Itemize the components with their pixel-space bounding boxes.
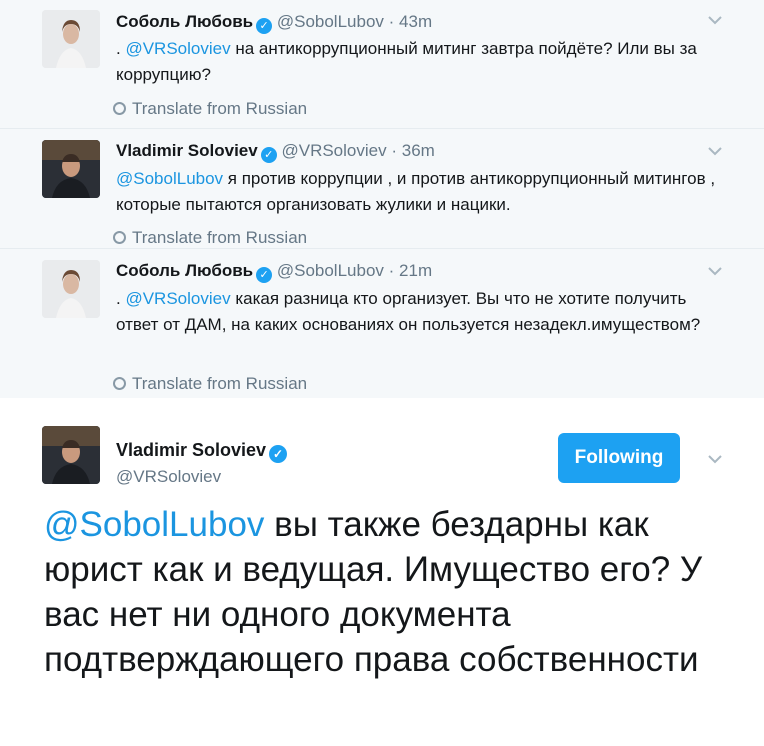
- display-name[interactable]: Vladimir Soloviev: [116, 141, 258, 160]
- verified-badge-icon: ✓: [269, 445, 288, 463]
- translate-link[interactable]: Translate from Russian: [113, 99, 307, 119]
- tweet-header: Vladimir Soloviev ✓ @VRSoloviev · 36m: [116, 141, 435, 163]
- verified-badge-icon: ✓: [260, 147, 277, 163]
- mention-link[interactable]: @SobolLubov: [116, 169, 223, 188]
- handle[interactable]: @SobolLubov: [277, 12, 384, 31]
- mention-link[interactable]: @VRSoloviev: [125, 39, 230, 58]
- display-name[interactable]: Соболь Любовь: [116, 12, 253, 31]
- handle[interactable]: @VRSoloviev: [281, 141, 386, 160]
- translate-label: Translate from Russian: [132, 228, 308, 247]
- handle[interactable]: @VRSoloviev: [116, 467, 221, 487]
- main-tweet-text: @SobolLubov вы также бездарны как юрист …: [44, 502, 744, 682]
- tweet-header: Соболь Любовь ✓ @SobolLubov · 21m: [116, 261, 432, 283]
- display-name[interactable]: Vladimir Soloviev: [116, 440, 266, 460]
- translate-link[interactable]: Translate from Russian: [113, 228, 307, 248]
- chevron-down-icon[interactable]: [706, 142, 724, 160]
- avatar[interactable]: [42, 140, 100, 198]
- tweet-text: . @VRSoloviev какая разница кто организу…: [116, 286, 716, 338]
- display-name[interactable]: Соболь Любовь: [116, 261, 253, 280]
- tweet-3[interactable]: Соболь Любовь ✓ @SobolLubov · 21m . @VRSo…: [0, 248, 764, 398]
- chevron-down-icon[interactable]: [706, 450, 724, 468]
- globe-icon: [113, 102, 126, 115]
- verified-badge-icon: ✓: [256, 18, 273, 34]
- separator: ·: [388, 12, 395, 31]
- timestamp[interactable]: 36m: [402, 141, 435, 160]
- tweet-text: . @VRSoloviev на антикоррупционный митин…: [116, 36, 716, 88]
- tweet-1[interactable]: Соболь Любовь ✓ @SobolLubov · 43m . @VRSo…: [0, 0, 764, 128]
- separator: ·: [391, 141, 398, 160]
- timestamp[interactable]: 21m: [399, 261, 432, 280]
- following-button[interactable]: Following: [558, 433, 680, 483]
- main-tweet-author[interactable]: Vladimir Soloviev ✓: [116, 440, 288, 463]
- mention-link[interactable]: @SobolLubov: [44, 505, 264, 544]
- translate-label: Translate from Russian: [132, 99, 308, 118]
- chevron-down-icon[interactable]: [706, 11, 724, 29]
- tweet-header: Соболь Любовь ✓ @SobolLubov · 43m: [116, 12, 432, 34]
- tweet-text: @SobolLubov я против коррупции , и проти…: [116, 166, 716, 218]
- separator: ·: [388, 261, 395, 280]
- globe-icon: [113, 377, 126, 390]
- translate-link[interactable]: Translate from Russian: [113, 374, 307, 394]
- handle[interactable]: @SobolLubov: [277, 261, 384, 280]
- translate-label: Translate from Russian: [132, 374, 308, 393]
- avatar[interactable]: [42, 260, 100, 318]
- mention-link[interactable]: @VRSoloviev: [125, 289, 230, 308]
- timestamp[interactable]: 43m: [399, 12, 432, 31]
- globe-icon: [113, 231, 126, 244]
- avatar[interactable]: [42, 10, 100, 68]
- chevron-down-icon[interactable]: [706, 262, 724, 280]
- tweet-2[interactable]: Vladimir Soloviev ✓ @VRSoloviev · 36m @So…: [0, 128, 764, 248]
- verified-badge-icon: ✓: [256, 267, 273, 283]
- avatar[interactable]: [42, 426, 100, 484]
